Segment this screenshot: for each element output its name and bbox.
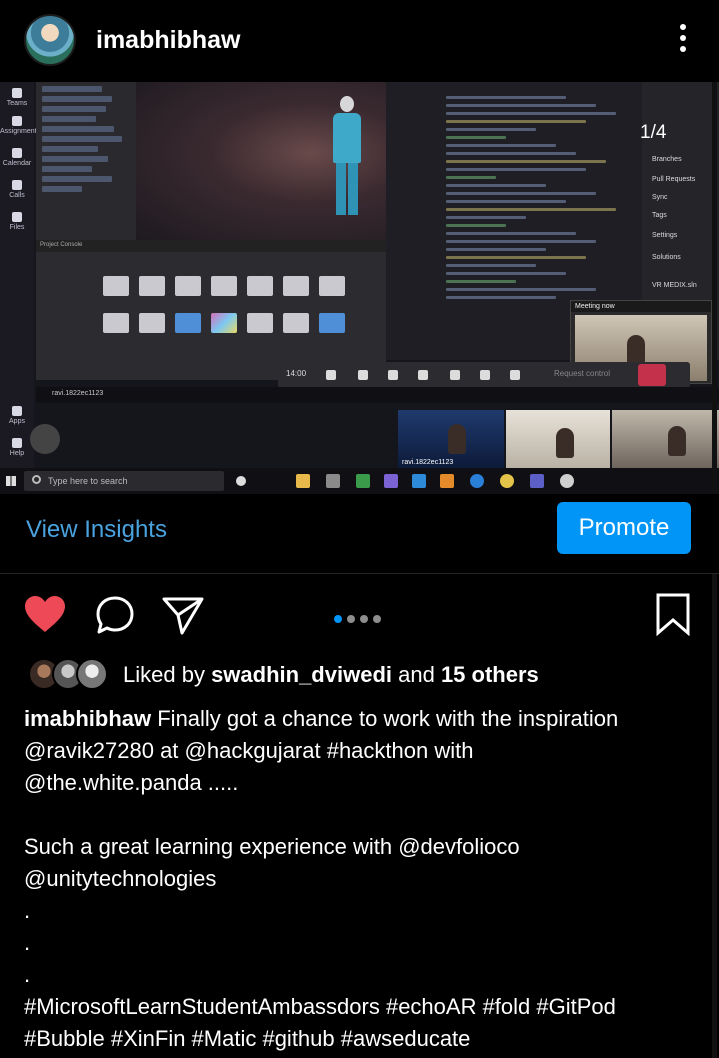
teams-rail-item: Assignments xyxy=(0,116,40,135)
teams-icon xyxy=(530,474,544,488)
user-icon xyxy=(30,424,60,454)
bookmark-icon[interactable] xyxy=(654,592,692,636)
profile-avatar[interactable] xyxy=(24,14,76,66)
unity-scene-view xyxy=(136,82,386,240)
task-view-icon xyxy=(236,476,246,486)
raise-hand-icon xyxy=(450,370,460,380)
teams-rail-item: Teams xyxy=(0,88,34,107)
caption-dot: . xyxy=(24,962,31,987)
app-icon xyxy=(440,474,454,488)
view-insights-link[interactable]: View Insights xyxy=(26,516,167,544)
project-tabs: Project Console xyxy=(36,240,386,252)
carousel-dot xyxy=(334,615,342,623)
inner-taskbar-label: ravi.1822ec1123 xyxy=(52,390,104,397)
participant-tile xyxy=(506,410,610,468)
insights-row: View Insights Promote xyxy=(0,494,719,574)
liker-avatar xyxy=(76,658,108,690)
chrome-icon xyxy=(500,474,514,488)
windows-logo-icon xyxy=(6,476,16,486)
caption-line: imabhibhaw Finally got a chance to work … xyxy=(24,703,704,735)
call-time: 14:00 xyxy=(286,369,307,378)
windows-taskbar: Type here to search xyxy=(0,468,719,494)
likes-others[interactable]: 15 others xyxy=(441,662,539,687)
heart-icon[interactable] xyxy=(23,594,67,634)
liker-avatars xyxy=(28,658,112,690)
app-icon xyxy=(326,474,340,488)
post-caption: imabhibhaw Finally got a chance to work … xyxy=(24,703,704,1055)
participant-video-strip: ravi.1822ec1123 xyxy=(398,410,719,468)
avatar-figure xyxy=(330,96,364,220)
meeting-title: Meeting now xyxy=(571,301,711,312)
post-header: imabhibhaw xyxy=(0,0,719,82)
call-controls-bar: 14:00 Request control xyxy=(278,362,690,388)
vs-menu-item: VR MEDIX.sln xyxy=(652,282,697,289)
vs-menu-item: Tags xyxy=(652,212,667,219)
taskbar-search-placeholder: Type here to search xyxy=(48,476,128,486)
carousel-dot xyxy=(373,615,381,623)
unity-hierarchy xyxy=(36,82,136,242)
share-icon xyxy=(388,370,398,380)
edge-icon xyxy=(470,474,484,488)
request-control: Request control xyxy=(554,369,611,378)
liker-username[interactable]: swadhin_dviwedi xyxy=(211,662,392,687)
app-icon xyxy=(384,474,398,488)
caption-gap xyxy=(24,799,704,831)
teams-rail-item: Calls xyxy=(0,180,34,199)
mic-icon xyxy=(358,370,368,380)
caption-line: @unitytechnologies xyxy=(24,866,217,891)
more-options-icon[interactable] xyxy=(675,24,691,58)
unity-project-panel: Project Console xyxy=(36,240,386,380)
vs-menu-item: Pull Requests xyxy=(652,176,696,183)
camera-icon xyxy=(326,370,336,380)
teams-rail-item: Apps xyxy=(0,406,34,425)
participants-icon xyxy=(510,370,520,380)
vs-menu-item: Settings xyxy=(652,232,678,239)
comment-icon[interactable] xyxy=(94,595,136,637)
inner-taskbar: ravi.1822ec1123 xyxy=(36,387,719,403)
carousel-dots xyxy=(334,610,394,623)
likes-middle: and xyxy=(392,662,441,687)
app-icon xyxy=(356,474,370,488)
vs-menu-item: Solutions xyxy=(652,254,681,261)
likes-row[interactable]: Liked by swadhin_dviwedi and 15 others xyxy=(0,654,719,694)
caption-dot: . xyxy=(24,898,31,923)
username[interactable]: imabhibhaw xyxy=(96,26,240,55)
caption-hashtags: #MicrosoftLearnStudentAmbassdors #echoAR… xyxy=(24,994,616,1019)
vs-menu-item: Branches xyxy=(652,156,682,163)
explorer-icon xyxy=(296,474,310,488)
unity-icon xyxy=(560,474,574,488)
likes-text[interactable]: Liked by swadhin_dviwedi and 15 others xyxy=(123,662,539,688)
caption-line: Such a great learning experience with @d… xyxy=(24,834,520,859)
caption-line: @ravik27280 at @hackgujarat #hackthon wi… xyxy=(24,738,474,763)
asset-folders xyxy=(98,270,382,344)
photo-page-indicator: 1/4 xyxy=(640,122,667,143)
caption-line: @the.white.panda ..... xyxy=(24,770,239,795)
caption-username[interactable]: imabhibhaw xyxy=(24,706,151,731)
promote-button[interactable]: Promote xyxy=(557,502,691,554)
teams-rail: Teams Assignments Calendar Calls Files A… xyxy=(0,82,40,494)
likes-prefix: Liked by xyxy=(123,662,212,687)
share-icon[interactable] xyxy=(160,595,206,637)
teams-rail-item: Help xyxy=(0,438,34,457)
hang-up-icon xyxy=(638,364,666,386)
caption-text: Finally got a chance to work with the in… xyxy=(151,706,619,731)
post-photo[interactable]: Teams Assignments Calendar Calls Files A… xyxy=(0,82,719,494)
carousel-dot xyxy=(347,615,355,623)
search-icon xyxy=(32,475,41,484)
taskbar-search: Type here to search xyxy=(24,471,224,491)
participant-tile: ravi.1822ec1123 xyxy=(398,410,504,468)
participant-tile xyxy=(612,410,719,468)
vs-menu-item: Sync xyxy=(652,194,668,201)
more-icon xyxy=(418,370,428,380)
chat-icon xyxy=(480,370,490,380)
post-actions xyxy=(0,584,719,644)
teams-rail-item: Files xyxy=(0,212,34,231)
caption-hashtags: #Bubble #XinFin #Matic #github #awseduca… xyxy=(24,1026,471,1051)
caption-dot: . xyxy=(24,930,31,955)
carousel-dot xyxy=(360,615,368,623)
participant-name: ravi.1822ec1123 xyxy=(402,459,454,466)
teams-rail-item: Calendar xyxy=(0,148,34,167)
app-icon xyxy=(412,474,426,488)
